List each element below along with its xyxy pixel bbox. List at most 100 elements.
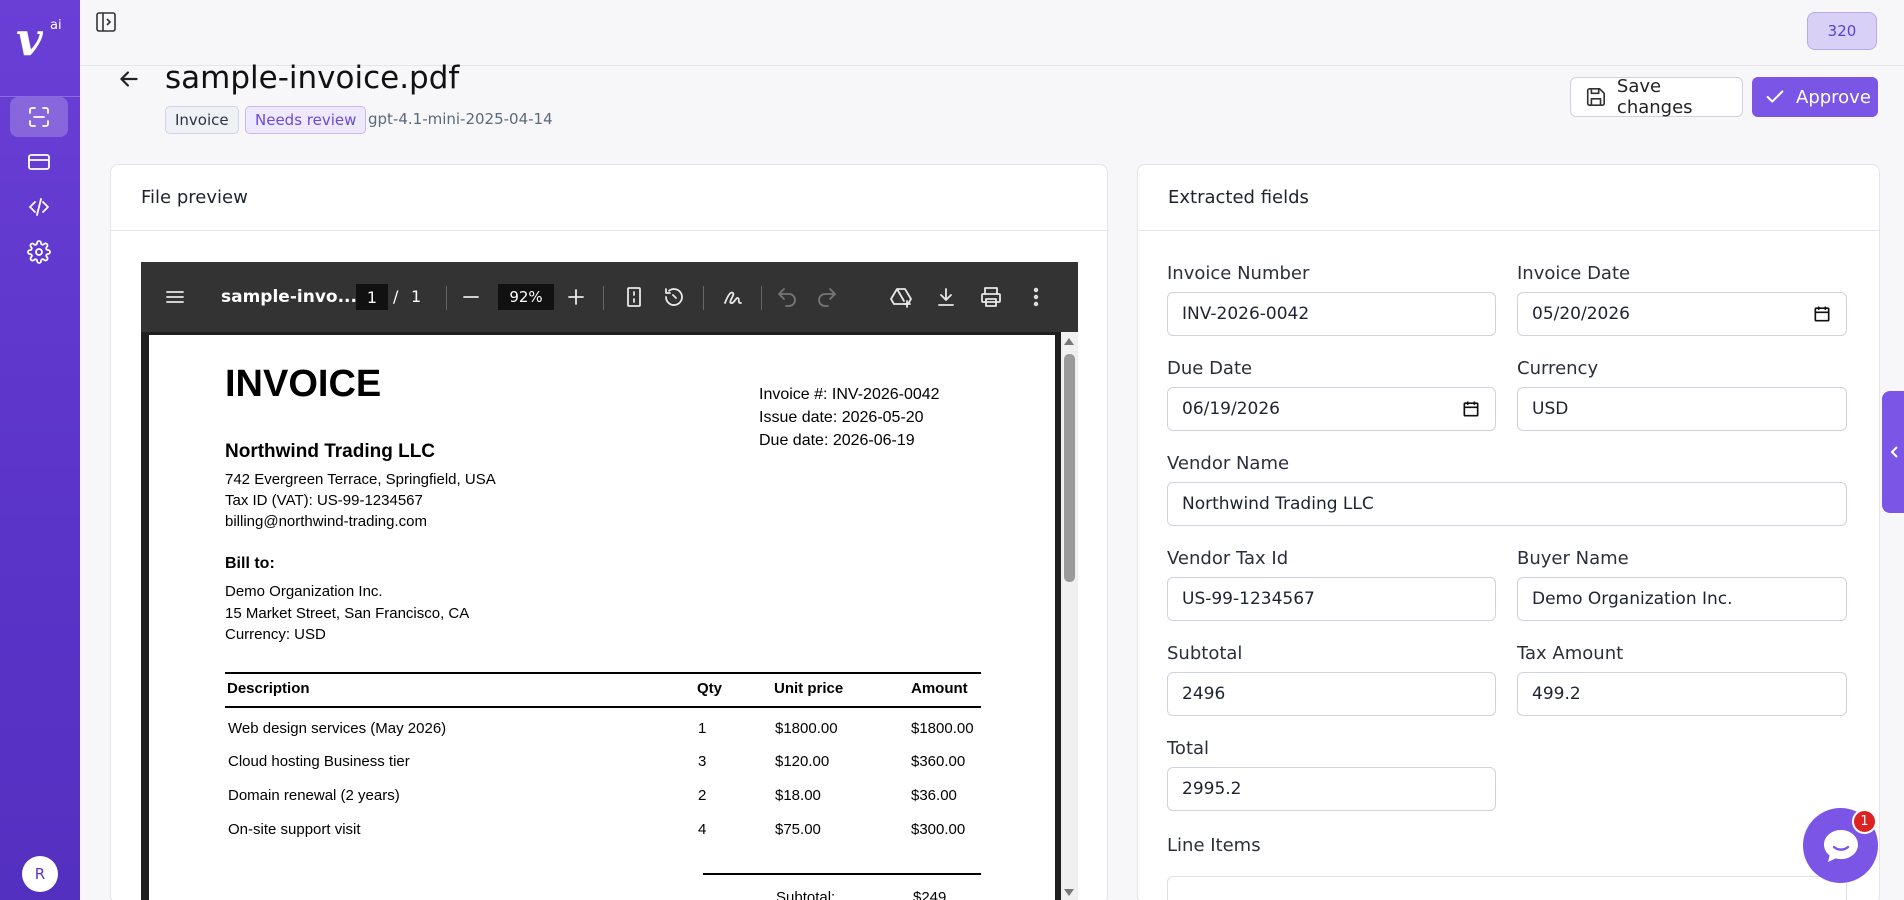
draw-icon[interactable] [721,285,745,309]
scroll-down-icon[interactable] [1064,889,1074,896]
due-date-value: 06/19/2026 [1182,399,1280,419]
vendor-tax-id-field: Vendor Tax Id US-99-1234567 [1167,548,1496,621]
save-changes-label: Save changes [1616,76,1693,118]
vendor-name-text: Northwind Trading LLC [225,441,436,462]
buyer-name-input[interactable]: Demo Organization Inc. [1517,577,1847,621]
calendar-icon[interactable] [1812,304,1832,324]
row-unit-price: $1800.00 [775,720,838,737]
zoom-in-icon[interactable] [564,285,588,309]
row-description: Cloud hosting Business tier [228,753,410,770]
vendor-tax-id-input[interactable]: US-99-1234567 [1167,577,1496,621]
document-type-tag: Invoice [165,106,239,134]
issue-date-text: Issue date: 2026-05-20 [759,409,924,426]
vendor-name-field: Vendor Name Northwind Trading LLC [1167,453,1847,526]
currency-value: USD [1532,399,1569,419]
row-unit-price: $18.00 [775,787,821,804]
scan-icon [29,107,49,127]
due-date-field: Due Date 06/19/2026 [1167,358,1496,431]
sidebar-item-settings[interactable] [10,232,68,272]
row-qty: 4 [698,821,707,838]
model-name: gpt-4.1-mini-2025-04-14 [368,110,553,128]
sidebar-toggle-icon[interactable] [94,10,118,34]
vendor-address: 742 Evergreen Terrace, Springfield, USA [225,471,496,488]
tax-amount-input[interactable]: 499.2 [1517,672,1847,716]
buyer-name-label: Buyer Name [1517,548,1629,569]
scroll-up-icon[interactable] [1064,338,1074,345]
print-icon[interactable] [979,285,1003,309]
row-amount: $36.00 [911,787,957,804]
menu-icon[interactable] [163,285,187,309]
toolbar-divider [703,286,704,310]
currency-input[interactable]: USD [1517,387,1847,431]
approve-label: Approve [1796,86,1871,108]
row-description: Domain renewal (2 years) [228,787,400,804]
line-items-editor[interactable] [1167,876,1847,900]
file-preview-heading: File preview [111,165,1107,231]
fit-page-icon[interactable] [622,285,646,309]
toolbar-divider [603,286,604,310]
invoice-meta: Invoice #: INV-2026-0042 Issue date: 202… [759,383,940,452]
zoom-out-icon[interactable] [459,285,483,309]
toolbar-divider [446,286,447,310]
row-unit-price: $75.00 [775,821,821,838]
sidebar-item-api[interactable] [10,187,68,227]
bill-to-details: Demo Organization Inc. 15 Market Street,… [225,581,469,646]
top-bar: 320 [80,0,1904,66]
invoice-date-input[interactable]: 05/20/2026 [1517,292,1847,336]
download-icon[interactable] [934,285,958,309]
row-unit-price: $120.00 [775,753,830,770]
row-amount: $1800.00 [911,720,974,737]
back-button[interactable] [116,66,146,96]
invoice-title: INVOICE [225,363,382,405]
page-number-input[interactable]: 1 [356,284,388,310]
row-amount: $360.00 [911,753,966,770]
sidebar-item-scan[interactable] [10,97,68,137]
line-items-label: Line Items [1167,835,1261,856]
pdf-filename: sample-invo... [221,287,357,307]
calendar-icon[interactable] [1461,399,1481,419]
invoice-number-input[interactable]: INV-2026-0042 [1167,292,1496,336]
arrow-left-icon [120,71,138,87]
sidebar: v ai R [0,0,80,900]
gear-icon [27,240,51,264]
currency-text: Currency: USD [225,626,326,643]
zoom-level[interactable]: 92% [498,284,554,310]
sidebar-item-billing[interactable] [10,142,68,182]
row-qty: 2 [698,787,707,804]
buyer-name-text: Demo Organization Inc. [225,583,383,600]
total-input[interactable]: 2995.2 [1167,767,1496,811]
user-avatar[interactable]: R [22,856,58,892]
approve-button[interactable]: Approve [1752,77,1878,117]
subtotal-input[interactable]: 2496 [1167,672,1496,716]
row-qty: 1 [698,720,707,737]
vendor-name-label: Vendor Name [1167,453,1290,474]
file-preview-panel: File preview sample-invo... 1 / 1 92% IN… [110,164,1108,900]
tax-amount-label: Tax Amount [1517,643,1624,664]
row-amount: $300.00 [911,821,966,838]
add-drive-icon[interactable] [889,285,913,309]
save-changes-button[interactable]: Save changes [1570,76,1743,118]
more-options-icon[interactable] [1024,285,1048,309]
table-header-qty: Qty [697,680,723,697]
rotate-icon[interactable] [662,285,686,309]
pdf-scrollbar[interactable] [1061,332,1078,900]
table-header-description: Description [227,680,310,697]
buyer-name-value: Demo Organization Inc. [1532,589,1733,609]
subtotal-field: Subtotal 2496 [1167,643,1496,716]
bill-to-heading: Bill to: [225,555,275,572]
code-icon [29,198,49,216]
pdf-toolbar: sample-invo... 1 / 1 92% [141,262,1078,332]
scrollbar-thumb[interactable] [1064,354,1075,582]
vendor-tax-id-text: Tax ID (VAT): US-99-1234567 [225,492,423,509]
credits-badge[interactable]: 320 [1807,12,1877,50]
vendor-name-input[interactable]: Northwind Trading LLC [1167,482,1847,526]
total-field: Total 2995.2 [1167,738,1496,811]
due-date-input[interactable]: 06/19/2026 [1167,387,1496,431]
redo-icon[interactable] [815,285,839,309]
undo-icon[interactable] [775,285,799,309]
page-title: sample-invoice.pdf [165,60,460,96]
buyer-address: 15 Market Street, San Francisco, CA [225,604,470,622]
collapse-panel-tab[interactable] [1882,391,1904,513]
app-logo[interactable]: v ai [14,12,66,66]
total-label: Total [1167,738,1210,759]
